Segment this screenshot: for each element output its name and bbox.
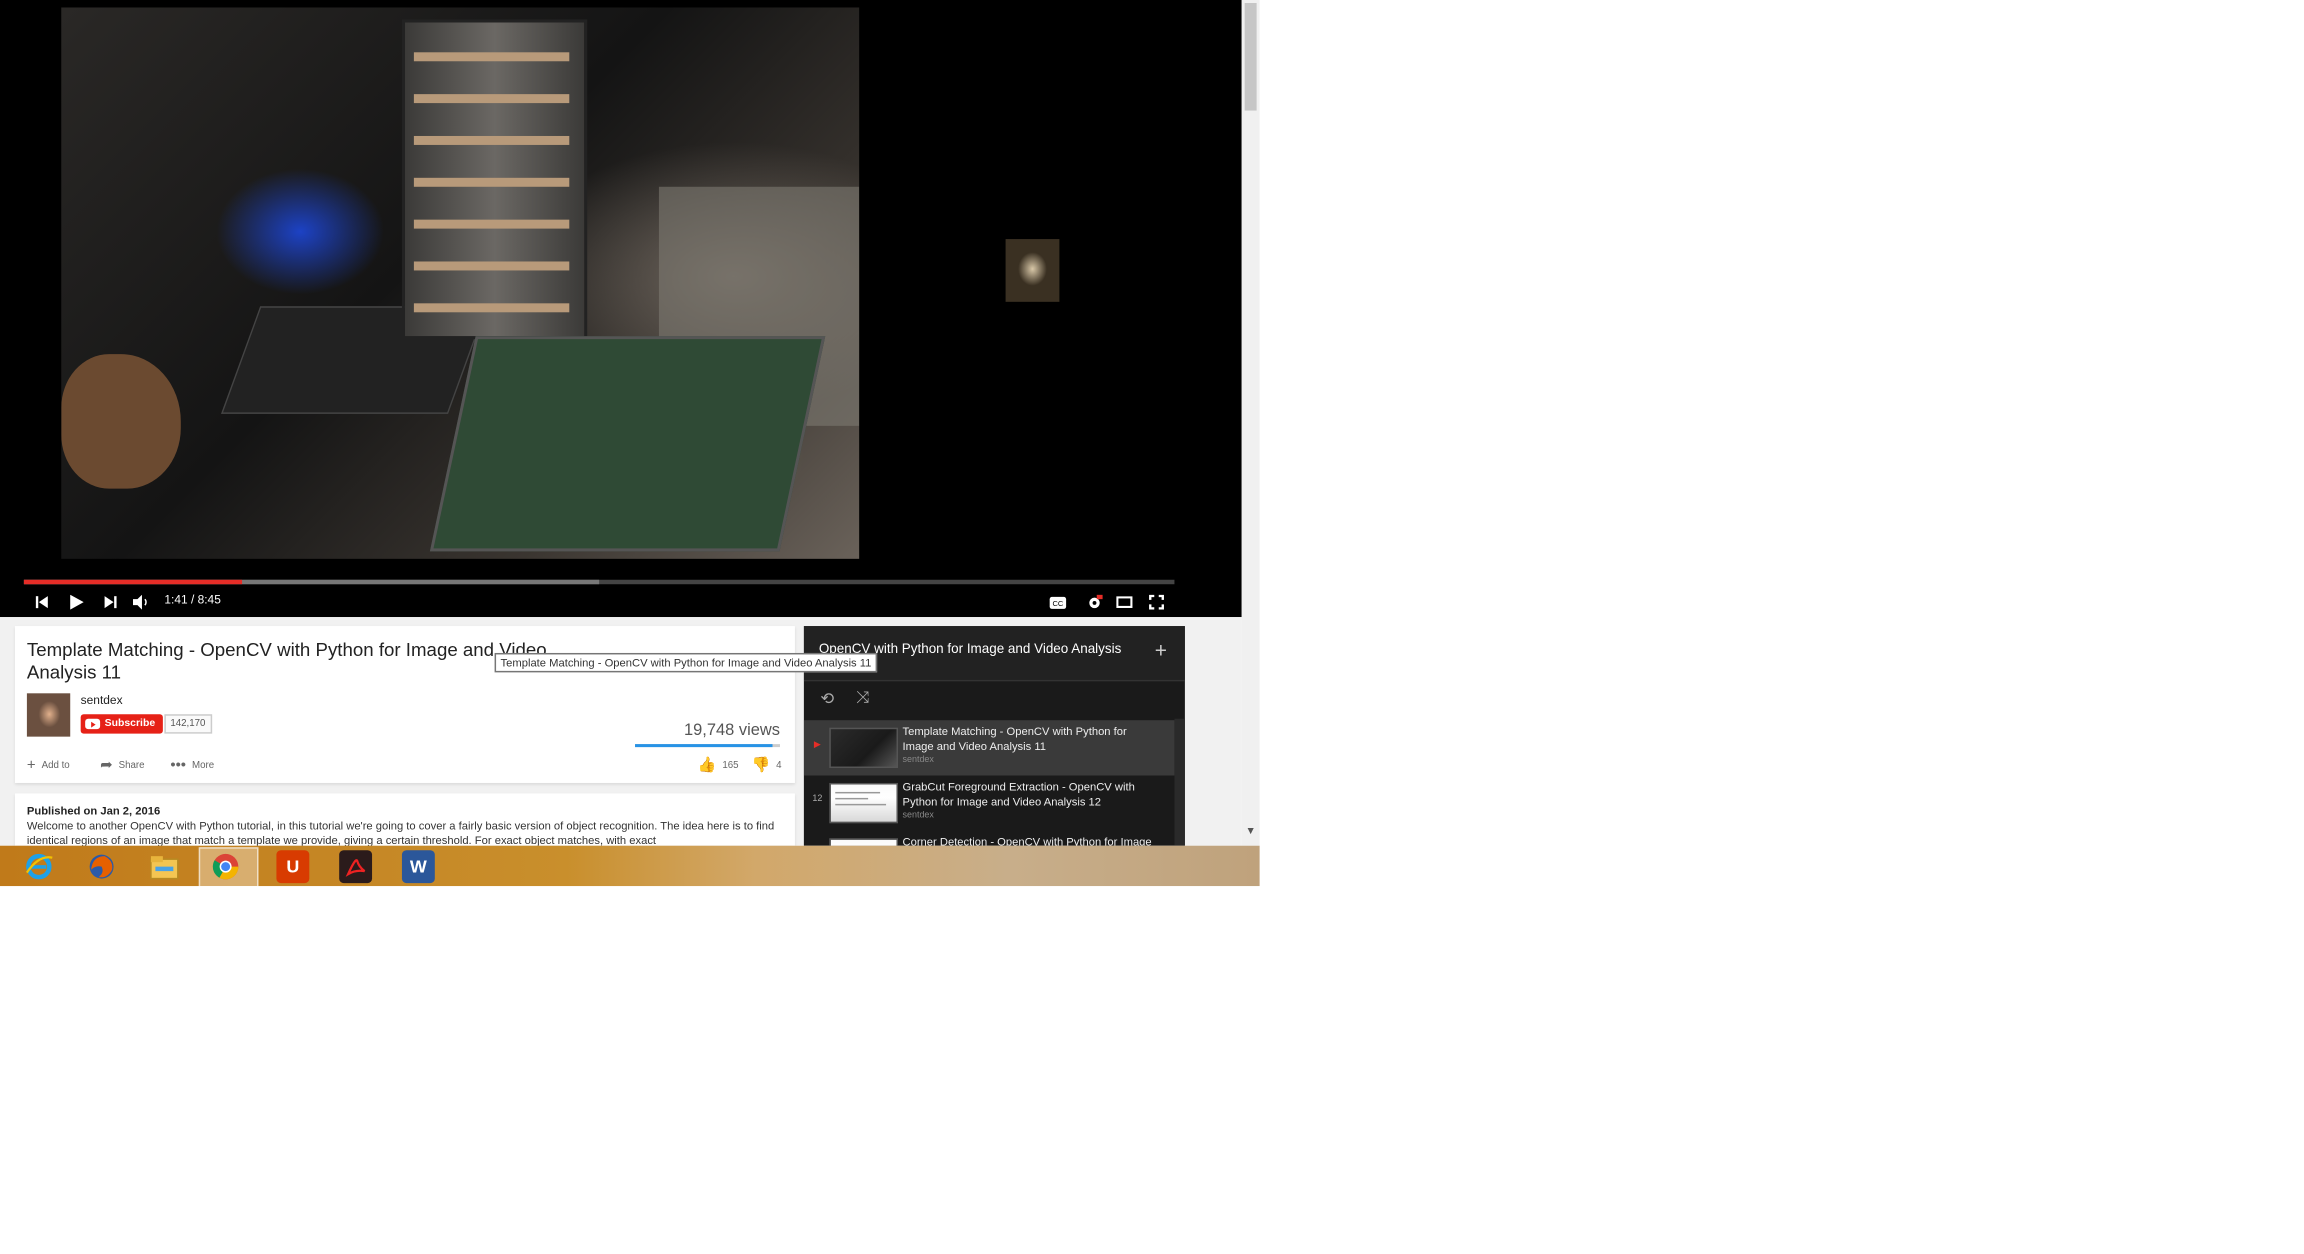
like-ratio-fill: [635, 744, 773, 748]
firefox-icon[interactable]: [85, 850, 118, 883]
playlist-item-title: GrabCut Foreground Extraction - OpenCV w…: [902, 779, 1135, 809]
file-explorer-icon[interactable]: [148, 850, 181, 883]
subscribe-button[interactable]: Subscribe: [80, 714, 163, 734]
channel-watermark[interactable]: [1005, 239, 1060, 302]
playlist-item-owner: sentdex: [902, 811, 934, 821]
playlist-item-thumbnail: [829, 838, 899, 846]
internet-explorer-icon[interactable]: [22, 850, 55, 883]
chrome-icon[interactable]: [209, 850, 242, 883]
progress-played: [23, 579, 243, 585]
playlist-item-owner: sentdex: [902, 756, 934, 766]
channel-name[interactable]: sentdex: [81, 693, 123, 706]
video-info-card: Template Matching - OpenCV with Python f…: [14, 626, 795, 783]
like-button[interactable]: 👍 165: [698, 758, 739, 774]
like-ratio-bar: [635, 744, 780, 748]
video-scene-mask: [61, 354, 181, 489]
captions-icon[interactable]: CC: [1046, 590, 1070, 614]
add-to-label: Add to: [41, 760, 70, 772]
share-button[interactable]: ➦ Share: [100, 758, 144, 774]
thumbs-down-icon: 👎: [751, 757, 771, 774]
playlist-item-thumbnail: [829, 727, 899, 769]
page-scrollbar[interactable]: ▼: [1241, 0, 1260, 846]
acrobat-reader-icon[interactable]: [339, 850, 373, 884]
share-arrow-icon: ➦: [100, 757, 113, 774]
volume-icon[interactable]: [129, 590, 153, 614]
settings-gear-icon[interactable]: [1082, 590, 1106, 614]
thumbs-up-icon: 👍: [697, 757, 717, 774]
video-scene-board: [429, 336, 826, 552]
word-icon[interactable]: W: [401, 850, 435, 884]
play-icon[interactable]: [64, 590, 88, 614]
playlist-item-title: Corner Detection - OpenCV with Python fo…: [902, 835, 1152, 846]
playlist-item[interactable]: 13 Corner Detection - OpenCV with Python…: [804, 831, 1175, 846]
time-display: 1:41 / 8:45: [164, 593, 221, 607]
loop-icon[interactable]: ⟲: [820, 689, 834, 708]
playlist-scrollbar[interactable]: [1174, 718, 1185, 846]
video-frame[interactable]: [61, 7, 860, 559]
office-app-icon[interactable]: U: [276, 850, 310, 884]
video-title: Template Matching - OpenCV with Python f…: [26, 639, 547, 683]
playlist-item[interactable]: ▶ Template Matching - OpenCV with Python…: [803, 720, 1175, 776]
next-icon[interactable]: [99, 590, 123, 614]
playlist-toolbar: ⟲ ⤨: [803, 679, 1185, 720]
progress-bar[interactable]: [23, 579, 1175, 585]
scrollbar-thumb[interactable]: [1244, 2, 1257, 111]
playlist-item-index: 12: [812, 794, 823, 804]
more-button[interactable]: ••• More: [170, 758, 214, 774]
more-label: More: [192, 760, 215, 772]
add-to-button[interactable]: + Add to: [27, 758, 70, 774]
description-text: Welcome to another OpenCV with Python tu…: [26, 818, 775, 846]
player-controls: 1:41 / 8:45 CC: [0, 587, 1242, 617]
publish-date: Published on Jan 2, 2016: [26, 803, 161, 818]
previous-icon[interactable]: [30, 590, 54, 614]
windows-taskbar: U W: [0, 845, 1260, 888]
subscriber-count: 142,170: [164, 714, 212, 734]
youtube-logo-icon: [85, 718, 101, 730]
dislike-count: 4: [776, 760, 782, 772]
scroll-down-arrow-icon[interactable]: ▼: [1245, 826, 1257, 838]
description-card: Published on Jan 2, 2016 Welcome to anot…: [14, 793, 795, 846]
video-scene-rack: [401, 19, 588, 340]
playlist-item[interactable]: 12 GrabCut Foreground Extraction - OpenC…: [804, 775, 1175, 830]
save-playlist-plus-icon[interactable]: +: [1155, 638, 1167, 662]
view-count: 19,748 views: [684, 721, 780, 740]
fullscreen-icon[interactable]: [1145, 590, 1169, 614]
like-count: 165: [722, 760, 739, 772]
playlist-item-title: Template Matching - OpenCV with Python f…: [902, 724, 1127, 754]
shuffle-icon[interactable]: ⤨: [856, 689, 869, 708]
share-label: Share: [118, 760, 145, 772]
dislike-button[interactable]: 👎 4: [752, 758, 782, 774]
channel-avatar[interactable]: [26, 693, 71, 737]
plus-icon: +: [26, 757, 36, 774]
playlist-item-thumbnail: [829, 782, 899, 824]
more-dots-icon: •••: [170, 757, 187, 774]
now-playing-indicator: ▶: [813, 741, 821, 751]
video-player[interactable]: 1:41 / 8:45 CC: [0, 0, 1242, 618]
theater-mode-icon[interactable]: [1112, 590, 1136, 614]
title-tooltip: Template Matching - OpenCV with Python f…: [494, 652, 878, 673]
svg-text:CC: CC: [1052, 598, 1063, 607]
subscribe-label: Subscribe: [104, 718, 156, 730]
